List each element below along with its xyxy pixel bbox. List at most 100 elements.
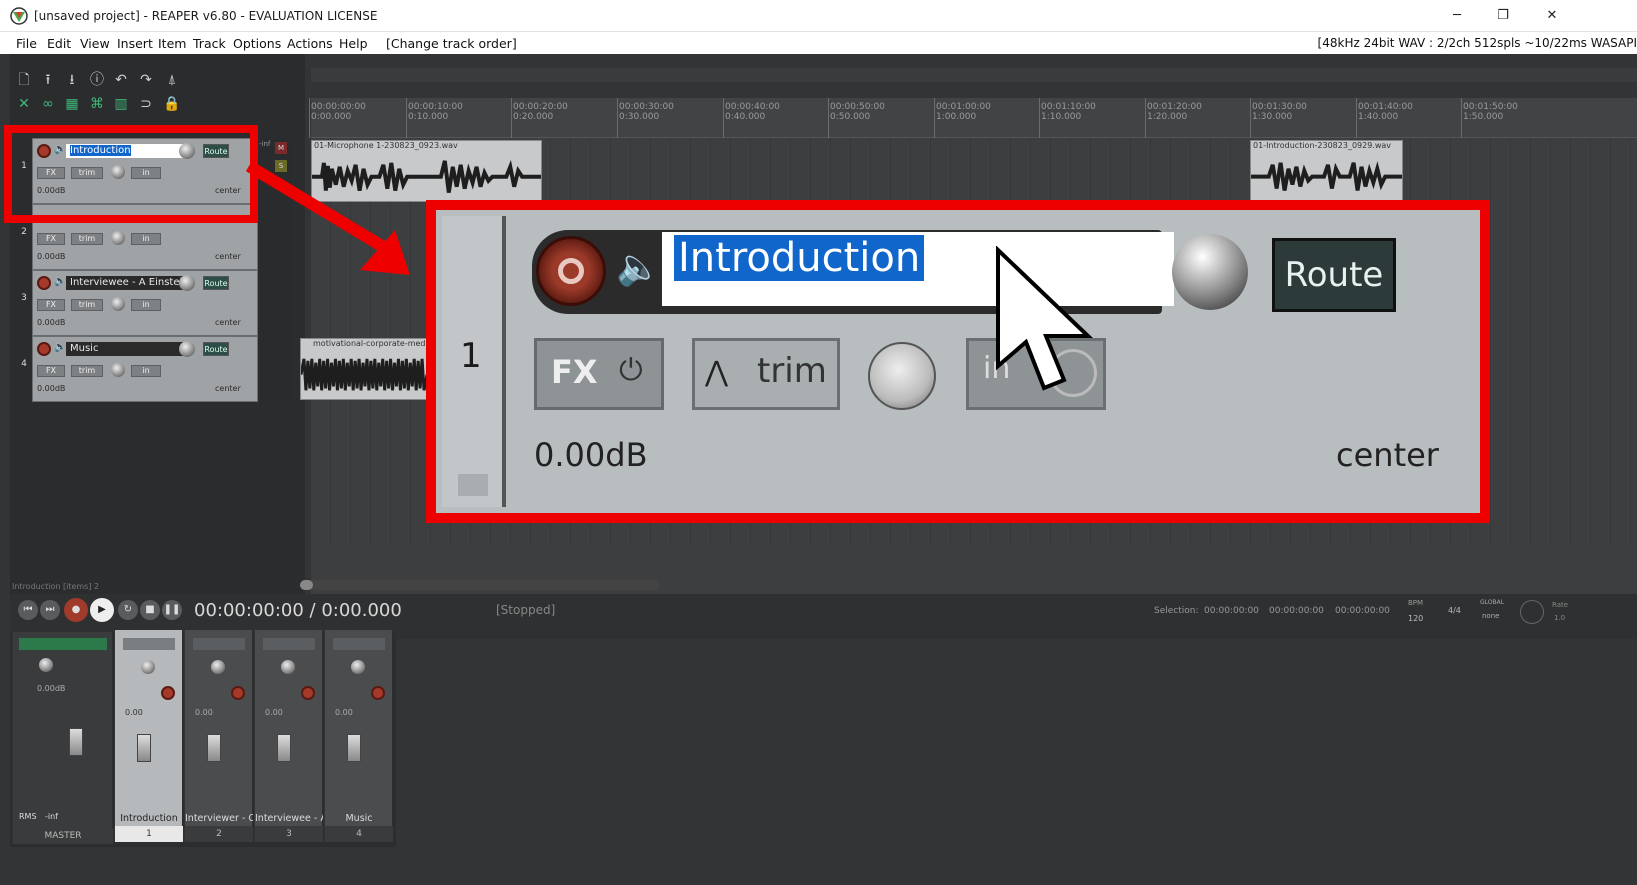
stop-button[interactable]: ■ [140, 600, 160, 620]
timeline-ruler[interactable]: 00:00:00:00 0:00.000 00:00:10:00 0:10.000 … [309, 98, 1637, 138]
record-button[interactable]: ● [64, 598, 88, 622]
media-item-introduction[interactable]: 01-Introduction-230823_0929.wav [1250, 140, 1403, 202]
time-display[interactable]: 00:00:00:00 / 0:00.000 [194, 600, 402, 621]
strip-fader[interactable] [277, 734, 291, 762]
open-project-icon[interactable]: ⭱ [38, 70, 58, 90]
playrate-knob[interactable] [1520, 600, 1544, 624]
auto-crossfade-icon[interactable]: ⊃ [136, 94, 156, 114]
menu-insert[interactable]: Insert [117, 36, 153, 51]
menu-item[interactable]: Item [158, 36, 186, 51]
strip-pan-knob[interactable] [211, 660, 225, 674]
master-fader[interactable] [69, 728, 83, 756]
strip-fader[interactable] [347, 734, 361, 762]
mixer-strip-3[interactable]: 0.00 Interviewee - A 3 [254, 630, 323, 842]
speaker-icon[interactable]: 🔈 [54, 342, 66, 353]
input-monitor-button[interactable]: in [131, 365, 161, 377]
pan-knob[interactable] [111, 231, 125, 245]
horizontal-scrollbar[interactable] [300, 580, 660, 590]
repeat-button[interactable]: ↻ [118, 600, 138, 620]
change-track-order-action[interactable]: [Change track order] [386, 36, 517, 51]
menu-file[interactable]: File [16, 36, 37, 51]
lock-icon[interactable]: 🔒 [162, 94, 182, 114]
volume-knob[interactable] [179, 275, 195, 291]
strip-record-arm-button[interactable] [161, 686, 175, 700]
item-grouping-icon[interactable]: ▥ [111, 94, 131, 114]
strip-name[interactable]: Introduction [115, 813, 183, 824]
fx-button[interactable]: FX [37, 299, 65, 311]
input-monitor-button[interactable]: in [131, 233, 161, 245]
menu-edit[interactable]: Edit [47, 36, 71, 51]
zoom-record-arm-button[interactable] [536, 236, 606, 306]
track-name-input[interactable]: Interviewee - A Einstein [66, 276, 184, 290]
zoom-route-button[interactable]: Route [1272, 238, 1396, 312]
undo-icon[interactable]: ↶ [111, 70, 131, 90]
strip-pan-knob[interactable] [351, 660, 365, 674]
mixer-strip-2[interactable]: 0.00 Interviewer - C 2 [184, 630, 253, 842]
trim-button[interactable]: trim [71, 299, 103, 311]
volume-knob[interactable] [179, 341, 195, 357]
media-item-music[interactable]: motivational-corporate-medi [300, 338, 428, 400]
zoom-volume-knob[interactable] [1172, 234, 1248, 310]
zoom-pan-knob[interactable] [868, 342, 936, 410]
strip-fx-button[interactable] [123, 638, 175, 650]
zoom-speaker-icon[interactable]: 🔈 [616, 246, 661, 288]
ripple-edit-icon[interactable]: ✕ [14, 94, 34, 114]
menu-view[interactable]: View [80, 36, 110, 51]
strip-pan-knob[interactable] [281, 660, 295, 674]
menu-track[interactable]: Track [193, 36, 226, 51]
power-icon[interactable]: ⏻ [619, 353, 643, 388]
route-button[interactable]: Route [203, 276, 229, 290]
input-monitor-button[interactable]: in [131, 299, 161, 311]
fx-button[interactable]: FX [37, 365, 65, 377]
strip-fx-button[interactable] [263, 638, 315, 650]
zoom-trim-button[interactable]: ⋀ trim [692, 338, 840, 410]
mixer-strip-4[interactable]: 0.00 Music 4 [324, 630, 393, 842]
strip-fader[interactable] [137, 734, 151, 762]
record-arm-button[interactable] [37, 276, 51, 290]
pause-button[interactable]: ❚❚ [162, 600, 182, 620]
zoom-fx-button[interactable]: FX ⏻ [534, 338, 664, 410]
snap-icon[interactable]: ⌘ [87, 94, 107, 114]
restore-button[interactable]: ❐ [1489, 5, 1517, 27]
fx-button[interactable]: FX [37, 233, 65, 245]
strip-fx-button[interactable] [333, 638, 385, 650]
strip-name[interactable]: Interviewer - C [185, 813, 253, 824]
strip-name[interactable]: Music [325, 813, 393, 824]
menu-options[interactable]: Options [233, 36, 281, 51]
mute-button[interactable]: M [275, 142, 287, 154]
scroll-left-button[interactable] [300, 580, 313, 590]
new-project-icon[interactable]: 🗋 [14, 70, 34, 90]
audio-device-status[interactable]: [48kHz 24bit WAV : 2/2ch 512spls ~10/22m… [1318, 36, 1637, 50]
selection-length[interactable]: 00:00:00:00 [1335, 606, 1390, 616]
strip-fader[interactable] [207, 734, 221, 762]
master-pan-knob[interactable] [39, 658, 53, 672]
minimize-button[interactable]: ─ [1443, 5, 1471, 27]
strip-pan-knob[interactable] [141, 660, 155, 674]
track-panel-4[interactable]: 4 🔈 Music Route FX trim in 0.00dB center [21, 336, 258, 402]
close-button[interactable]: ✕ [1538, 5, 1566, 27]
strip-record-arm-button[interactable] [301, 686, 315, 700]
time-signature[interactable]: 4/4 [1448, 606, 1461, 615]
selection-start[interactable]: 00:00:00:00 [1204, 606, 1259, 616]
grid-icon[interactable]: ▦ [62, 94, 82, 114]
strip-record-arm-button[interactable] [371, 686, 385, 700]
redo-icon[interactable]: ↷ [136, 70, 156, 90]
selection-end[interactable]: 00:00:00:00 [1269, 606, 1324, 616]
speaker-icon[interactable]: 🔈 [54, 276, 66, 287]
loop-icon[interactable]: ∞ [38, 94, 58, 114]
strip-record-arm-button[interactable] [231, 686, 245, 700]
bpm-value[interactable]: 120 [1408, 614, 1423, 623]
pan-knob[interactable] [111, 363, 125, 377]
global-automation-value[interactable]: none [1482, 612, 1499, 620]
track-panel-3[interactable]: 3 🔈 Interviewee - A Einstein Route FX tr… [21, 270, 258, 336]
pan-knob[interactable] [111, 297, 125, 311]
menu-actions[interactable]: Actions [287, 36, 333, 51]
route-button[interactable]: Route [203, 342, 229, 356]
go-to-start-button[interactable]: ⏮ [18, 600, 38, 620]
trim-button[interactable]: trim [71, 233, 103, 245]
strip-name[interactable]: Interviewee - A [255, 813, 323, 824]
trim-button[interactable]: trim [71, 365, 103, 377]
mixer-strip-1[interactable]: 0.00 Introduction 1 [114, 630, 183, 842]
project-info-icon[interactable]: ⓘ [87, 70, 107, 90]
strip-fx-button[interactable] [193, 638, 245, 650]
